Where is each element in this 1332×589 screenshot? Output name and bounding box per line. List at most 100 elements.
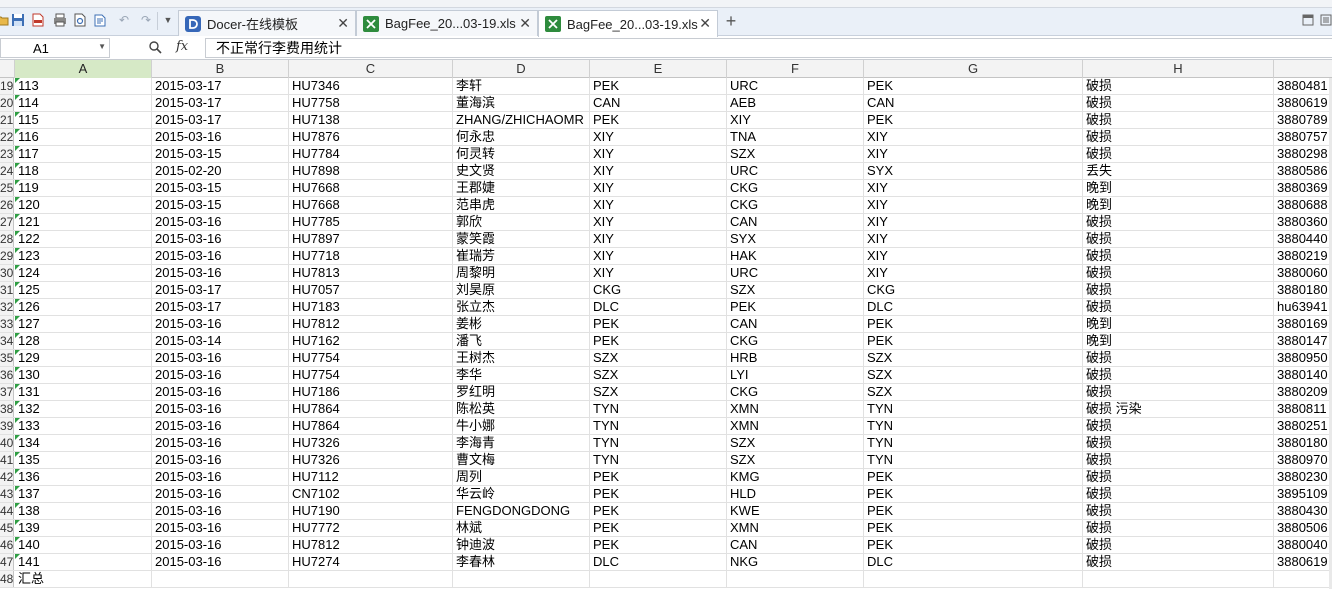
cell-g[interactable]: PEK — [864, 469, 1083, 485]
cell-c[interactable]: HU7057 — [289, 282, 453, 298]
cell-d[interactable]: 罗红明 — [453, 384, 590, 400]
cell-d[interactable]: 崔瑞芳 — [453, 248, 590, 264]
cell-d[interactable]: 牛小娜 — [453, 418, 590, 434]
row-header[interactable]: 38 — [0, 401, 14, 417]
cell-i[interactable]: 3880369 — [1274, 180, 1332, 196]
row-header[interactable]: 32 — [0, 299, 14, 315]
cell-i[interactable]: 3880789 — [1274, 112, 1332, 128]
row-header[interactable]: 31 — [0, 282, 14, 298]
cell-d[interactable]: 郭欣 — [453, 214, 590, 230]
print-preview-icon[interactable] — [72, 12, 88, 28]
cell-f[interactable] — [727, 571, 864, 587]
cell-f[interactable]: CKG — [727, 384, 864, 400]
cell-a[interactable]: 113 — [15, 78, 152, 94]
row-header[interactable]: 29 — [0, 248, 14, 264]
cell-b[interactable]: 2015-03-16 — [152, 401, 289, 417]
cell-g[interactable]: DLC — [864, 299, 1083, 315]
row-header[interactable]: 37 — [0, 384, 14, 400]
cell-d[interactable]: 王树杰 — [453, 350, 590, 366]
cell-g[interactable]: XIY — [864, 180, 1083, 196]
cell-d[interactable]: 陈松英 — [453, 401, 590, 417]
column-header-g[interactable]: G — [864, 60, 1083, 78]
cell-d[interactable]: 姜彬 — [453, 316, 590, 332]
formula-input[interactable]: 不正常行李费用统计 — [205, 38, 1332, 58]
cell-h[interactable]: 破损 — [1083, 146, 1274, 162]
cell-a[interactable]: 140 — [15, 537, 152, 553]
tab-bagfee-2[interactable]: BagFee_20...03-19.xls ✕ — [538, 10, 718, 37]
cell-h[interactable] — [1083, 571, 1274, 587]
row-header[interactable]: 25 — [0, 180, 14, 196]
cell-c[interactable]: HU7346 — [289, 78, 453, 94]
cell-e[interactable]: TYN — [590, 418, 727, 434]
cell-c[interactable]: HU7326 — [289, 452, 453, 468]
cell-b[interactable]: 2015-03-16 — [152, 452, 289, 468]
cell-i[interactable]: hu63941 — [1274, 299, 1332, 315]
cell-a[interactable]: 134 — [15, 435, 152, 451]
cell-i[interactable]: 3880040 — [1274, 537, 1332, 553]
save-icon[interactable] — [10, 12, 26, 28]
cell-e[interactable]: XIY — [590, 180, 727, 196]
cell-d[interactable]: 范串虎 — [453, 197, 590, 213]
row-header[interactable]: 33 — [0, 316, 14, 332]
cell-g[interactable]: PEK — [864, 112, 1083, 128]
cell-g[interactable]: SZX — [864, 384, 1083, 400]
cell-e[interactable]: PEK — [590, 537, 727, 553]
cell-a[interactable]: 141 — [15, 554, 152, 570]
close-icon[interactable]: ✕ — [337, 15, 349, 32]
row-header[interactable]: 20 — [0, 95, 14, 111]
cell-c[interactable]: HU7813 — [289, 265, 453, 281]
cell-c[interactable]: HU7864 — [289, 401, 453, 417]
cell-e[interactable]: PEK — [590, 78, 727, 94]
cell-b[interactable] — [152, 571, 289, 587]
cell-i[interactable]: 3880619 — [1274, 554, 1332, 570]
cell-i[interactable]: 3880619 — [1274, 95, 1332, 111]
column-header-c[interactable]: C — [289, 60, 453, 78]
cell-i[interactable]: 3880481 — [1274, 78, 1332, 94]
cell-c[interactable]: HU7138 — [289, 112, 453, 128]
cell-c[interactable]: HU7812 — [289, 537, 453, 553]
cell-a[interactable]: 117 — [15, 146, 152, 162]
cell-g[interactable]: TYN — [864, 418, 1083, 434]
cell-a[interactable]: 125 — [15, 282, 152, 298]
cell-d[interactable]: 潘飞 — [453, 333, 590, 349]
cell-b[interactable]: 2015-03-16 — [152, 350, 289, 366]
cell-c[interactable]: HU7897 — [289, 231, 453, 247]
cell-a[interactable]: 133 — [15, 418, 152, 434]
cell-b[interactable]: 2015-03-16 — [152, 384, 289, 400]
cell-c[interactable]: HU7758 — [289, 95, 453, 111]
cell-e[interactable]: SZX — [590, 367, 727, 383]
cell-i[interactable]: 3880251 — [1274, 418, 1332, 434]
cell-h[interactable]: 晚到 — [1083, 316, 1274, 332]
cell-a[interactable]: 118 — [15, 163, 152, 179]
cell-d[interactable]: 林斌 — [453, 520, 590, 536]
cell-c[interactable]: HU7864 — [289, 418, 453, 434]
cell-h[interactable]: 破损 — [1083, 418, 1274, 434]
window-tile-icon[interactable] — [1302, 14, 1314, 26]
cell-b[interactable]: 2015-03-16 — [152, 214, 289, 230]
cell-a[interactable]: 132 — [15, 401, 152, 417]
folder-icon[interactable] — [0, 12, 10, 28]
cell-e[interactable]: XIY — [590, 231, 727, 247]
cell-h[interactable]: 破损 污染 — [1083, 401, 1274, 417]
row-header[interactable]: 30 — [0, 265, 14, 281]
cell-e[interactable]: XIY — [590, 163, 727, 179]
row-header[interactable]: 41 — [0, 452, 14, 468]
cell-a[interactable]: 122 — [15, 231, 152, 247]
cell-i[interactable]: 3880209 — [1274, 384, 1332, 400]
cell-d[interactable]: 董海滨 — [453, 95, 590, 111]
cell-d[interactable]: 何永忠 — [453, 129, 590, 145]
cell-d[interactable]: 李春林 — [453, 554, 590, 570]
cell-e[interactable]: PEK — [590, 112, 727, 128]
cell-e[interactable]: SZX — [590, 350, 727, 366]
column-header-b[interactable]: B — [152, 60, 289, 78]
cell-h[interactable]: 破损 — [1083, 112, 1274, 128]
cell-d[interactable]: FENGDONGDONG — [453, 503, 590, 519]
cell-f[interactable]: TNA — [727, 129, 864, 145]
cell-b[interactable]: 2015-03-17 — [152, 112, 289, 128]
cell-g[interactable]: PEK — [864, 537, 1083, 553]
cell-c[interactable]: HU7162 — [289, 333, 453, 349]
cell-b[interactable]: 2015-03-17 — [152, 78, 289, 94]
cell-h[interactable]: 破损 — [1083, 248, 1274, 264]
row-header[interactable]: 48 — [0, 571, 14, 587]
row-header[interactable]: 27 — [0, 214, 14, 230]
